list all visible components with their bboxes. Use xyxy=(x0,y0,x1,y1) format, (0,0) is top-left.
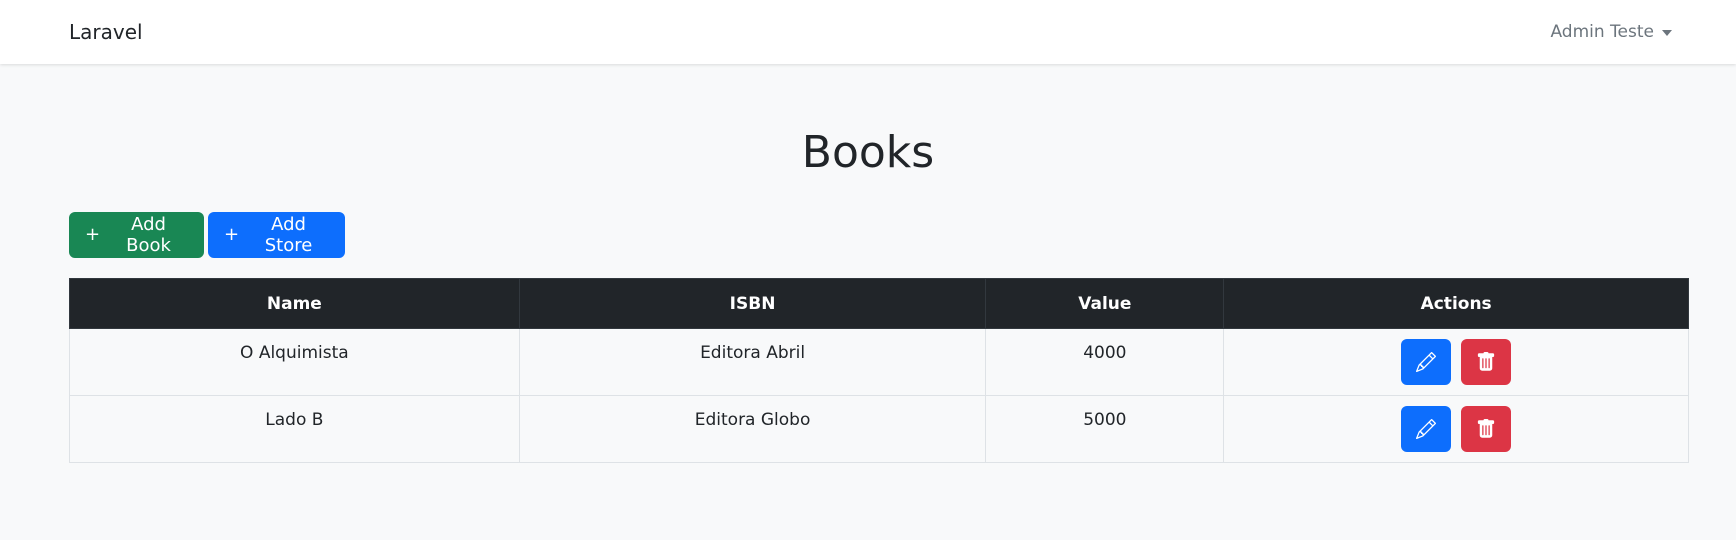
trash-icon xyxy=(1477,419,1494,438)
cell-value: 5000 xyxy=(985,395,1225,463)
add-store-label: Add Store xyxy=(264,214,313,256)
header-isbn: ISBN xyxy=(518,278,987,329)
pencil-icon xyxy=(1416,352,1437,372)
edit-button[interactable] xyxy=(1401,339,1452,385)
plus-icon: + xyxy=(85,224,101,245)
table-body: O Alquimista Editora Abril 4000 Lado B E… xyxy=(69,328,1689,463)
table-row: O Alquimista Editora Abril 4000 xyxy=(69,328,1689,396)
edit-button[interactable] xyxy=(1401,406,1452,452)
brand-link[interactable]: Laravel xyxy=(69,20,143,44)
add-book-button[interactable]: + Add Book xyxy=(69,212,204,258)
trash-icon xyxy=(1477,352,1494,371)
cell-actions xyxy=(1223,328,1689,396)
books-table: Name ISBN Value Actions O Alquimista Edi… xyxy=(69,278,1689,463)
main-content: Books + Add Book + Add Store Name ISBN V… xyxy=(0,124,1736,463)
header-name: Name xyxy=(69,278,520,329)
table-row: Lado B Editora Globo 5000 xyxy=(69,395,1689,463)
plus-icon: + xyxy=(224,224,240,245)
delete-button[interactable] xyxy=(1460,406,1511,452)
table-header-row: Name ISBN Value Actions xyxy=(69,278,1689,329)
delete-button[interactable] xyxy=(1460,339,1511,385)
header-actions: Actions xyxy=(1223,278,1689,329)
cell-name: O Alquimista xyxy=(69,328,520,396)
cell-value: 4000 xyxy=(985,328,1225,396)
add-book-label: Add Book xyxy=(126,214,171,256)
header-value: Value xyxy=(985,278,1225,329)
cell-actions xyxy=(1223,395,1689,463)
add-store-button[interactable]: + Add Store xyxy=(208,212,345,258)
pencil-icon xyxy=(1416,419,1437,439)
cell-isbn: Editora Globo xyxy=(518,395,987,463)
table-header: Name ISBN Value Actions xyxy=(69,278,1689,329)
caret-down-icon xyxy=(1662,29,1672,36)
cell-name: Lado B xyxy=(69,395,520,463)
user-name: Admin Teste xyxy=(1550,22,1654,42)
top-navbar: Laravel Admin Teste xyxy=(0,0,1736,64)
user-menu-dropdown[interactable]: Admin Teste xyxy=(1550,22,1672,42)
cell-isbn: Editora Abril xyxy=(518,328,987,396)
toolbar: + Add Book + Add Store xyxy=(69,212,1667,258)
page-title: Books xyxy=(801,127,935,178)
